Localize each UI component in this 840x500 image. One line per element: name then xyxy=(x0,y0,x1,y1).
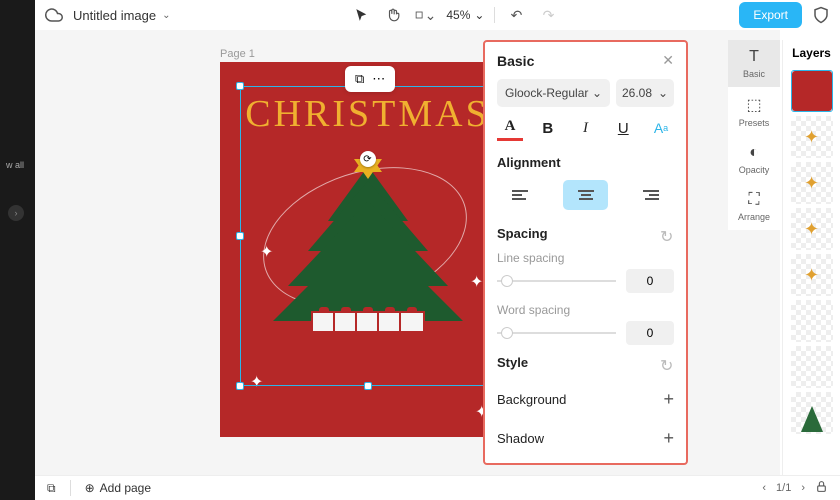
line-spacing-label: Line spacing xyxy=(497,251,674,265)
line-spacing-value[interactable]: 0 xyxy=(626,269,674,293)
tab-arrange[interactable]: ⛶Arrange xyxy=(728,183,780,230)
plus-icon: ⊕ xyxy=(85,481,95,495)
shield-icon[interactable] xyxy=(812,6,830,24)
page-indicator: 1/1 xyxy=(776,482,791,494)
layer-thumb[interactable]: ✦ xyxy=(791,254,833,296)
divider xyxy=(494,7,495,23)
page-label: Page 1 xyxy=(220,48,255,60)
panel-title: Basic xyxy=(497,53,534,69)
close-icon[interactable]: ✕ xyxy=(662,52,674,69)
redo-icon[interactable]: ↷ xyxy=(537,4,559,26)
align-left-button[interactable] xyxy=(497,180,543,210)
opacity-icon: ◐ xyxy=(749,144,759,162)
line-spacing-slider[interactable] xyxy=(497,280,616,282)
word-spacing-slider[interactable] xyxy=(497,332,616,334)
layer-thumb[interactable] xyxy=(791,346,833,388)
bold-button[interactable]: B xyxy=(535,115,561,141)
text-icon: T xyxy=(749,48,759,66)
undo-icon[interactable]: ↶ xyxy=(505,4,527,26)
document-title[interactable]: Untitled image xyxy=(73,8,156,23)
layer-thumb[interactable] xyxy=(791,392,833,434)
presets-icon: ⬚ xyxy=(746,95,761,115)
word-spacing-label: Word spacing xyxy=(497,303,674,317)
canvas[interactable]: CHRISTMAS ✦ ✦ ✦ ✦ ⟳ xyxy=(220,62,515,437)
duplicate-icon[interactable]: ⧉ xyxy=(355,71,364,87)
prev-page-icon[interactable]: ‹ xyxy=(762,482,766,494)
font-select[interactable]: Gloock-Regular⌄ xyxy=(497,79,610,107)
rotate-handle-icon[interactable]: ⟳ xyxy=(360,151,376,167)
font-size-select[interactable]: 26.08⌄ xyxy=(616,79,674,107)
text-color-button[interactable]: A xyxy=(497,115,523,141)
bottombar: ⧉ ⊕Add page ‹ 1/1 › xyxy=(35,475,840,500)
spacing-title: Spacing xyxy=(497,226,548,241)
cloud-icon[interactable] xyxy=(45,6,63,24)
lock-icon[interactable] xyxy=(815,480,828,496)
pages-icon[interactable]: ⧉ xyxy=(47,481,56,496)
chevron-down-icon: ⌄ xyxy=(592,86,602,100)
tab-presets[interactable]: ⬚Presets xyxy=(728,87,780,136)
topbar: Untitled image ⌄ ⌄ 45% ⌄ ↶ ↷ Export xyxy=(35,0,840,30)
add-page-button[interactable]: ⊕Add page xyxy=(85,481,151,495)
tab-opacity[interactable]: ◐Opacity xyxy=(728,136,780,183)
crop-tool-icon[interactable]: ⌄ xyxy=(414,4,436,26)
layer-thumb[interactable]: ✦ xyxy=(791,116,833,158)
tab-basic[interactable]: TBasic xyxy=(728,40,780,87)
selection-box[interactable]: ⟳ xyxy=(240,86,495,386)
next-page-icon[interactable]: › xyxy=(801,482,805,494)
align-center-button[interactable] xyxy=(563,180,609,210)
hand-tool-icon[interactable] xyxy=(382,4,404,26)
add-shadow-button[interactable]: + xyxy=(663,428,674,449)
text-style-button[interactable]: Aa xyxy=(648,115,674,141)
layer-thumb[interactable]: ✦ xyxy=(791,208,833,250)
chevron-right-icon[interactable]: › xyxy=(8,205,24,221)
resize-handle[interactable] xyxy=(364,382,372,390)
arrange-icon: ⛶ xyxy=(748,191,759,209)
left-tool-strip: w all › xyxy=(0,0,35,500)
layers-title: Layers xyxy=(783,40,840,66)
export-button[interactable]: Export xyxy=(739,2,802,28)
basic-panel: Basic ✕ Gloock-Regular⌄ 26.08⌄ A B I U A… xyxy=(483,40,688,465)
layer-thumb[interactable]: ✦ xyxy=(791,162,833,204)
pointer-tool-icon[interactable] xyxy=(350,4,372,26)
reset-icon[interactable]: ↻ xyxy=(660,356,674,370)
word-spacing-value[interactable]: 0 xyxy=(626,321,674,345)
divider xyxy=(70,480,71,496)
background-label: Background xyxy=(497,392,566,407)
resize-handle[interactable] xyxy=(236,382,244,390)
chevron-down-icon: ⌄ xyxy=(658,86,668,100)
layer-thumb[interactable] xyxy=(791,70,833,112)
more-icon[interactable]: ⋯ xyxy=(372,71,385,87)
add-background-button[interactable]: + xyxy=(663,389,674,410)
alignment-title: Alignment xyxy=(497,155,674,170)
right-tabs: TBasic ⬚Presets ◐Opacity ⛶Arrange xyxy=(728,40,780,230)
resize-handle[interactable] xyxy=(236,82,244,90)
zoom-level[interactable]: 45% ⌄ xyxy=(446,8,484,22)
left-label: w all xyxy=(0,160,30,170)
underline-button[interactable]: U xyxy=(610,115,636,141)
shadow-label: Shadow xyxy=(497,431,544,446)
style-title: Style xyxy=(497,355,528,370)
floating-toolbar: ⧉ ⋯ xyxy=(345,66,395,92)
reset-icon[interactable]: ↻ xyxy=(660,227,674,241)
align-right-button[interactable] xyxy=(628,180,674,210)
layer-thumb[interactable] xyxy=(791,300,833,342)
resize-handle[interactable] xyxy=(236,232,244,240)
italic-button[interactable]: I xyxy=(573,115,599,141)
chevron-down-icon[interactable]: ⌄ xyxy=(162,10,170,21)
layers-panel: Layers ✦ ✦ ✦ ✦ xyxy=(782,40,840,475)
